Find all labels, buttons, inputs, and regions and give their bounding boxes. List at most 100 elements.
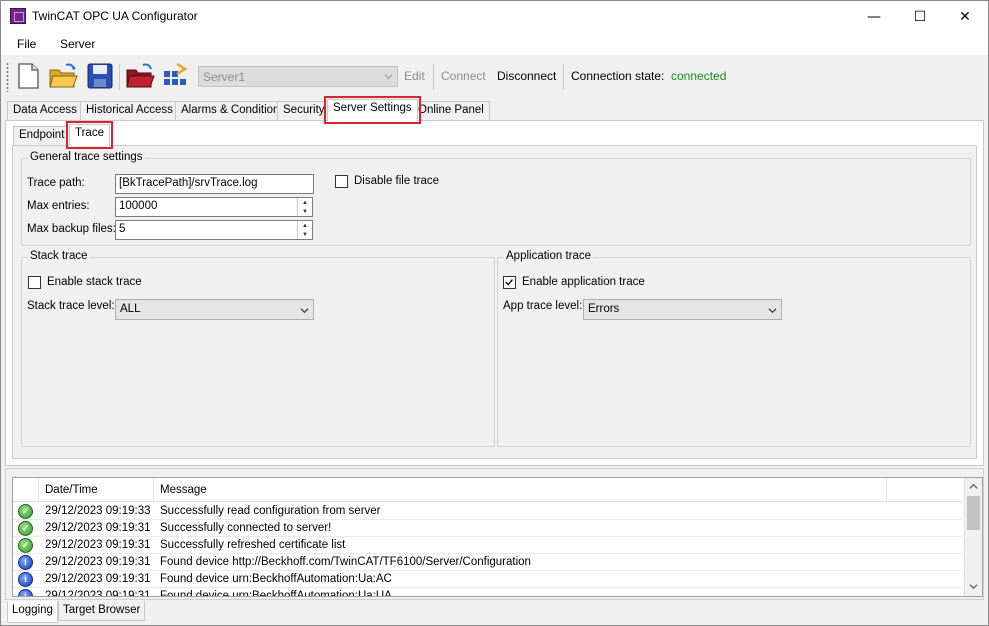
tab-online-panel[interactable]: Online Panel — [412, 101, 490, 120]
log-row[interactable]: ✓ 29/12/2023 09:19:31 Successfully refresh… — [13, 537, 962, 554]
tab-server-settings[interactable]: Server Settings — [324, 96, 421, 124]
log-grid[interactable]: Date/Time Message ✓ 29/12/2023 09:19:33 Su… — [12, 477, 983, 597]
log-header-datetime[interactable]: Date/Time — [39, 478, 154, 502]
title-bar: TwinCAT OPC UA Configurator — ☐ ✕ — [1, 1, 988, 32]
toolbar — [1, 56, 988, 98]
new-document-icon[interactable] — [13, 61, 43, 91]
success-check-icon: ✓ — [18, 504, 33, 519]
scroll-thumb[interactable] — [967, 496, 980, 530]
scroll-up-icon[interactable] — [969, 482, 978, 491]
log-message: Found device urn:BeckhoffAutomation:Ua:A… — [160, 573, 392, 585]
info-icon: i — [18, 589, 33, 596]
menu-file[interactable]: File — [17, 37, 36, 51]
log-header: Date/Time Message — [13, 478, 962, 502]
toolbar-grip[interactable] — [6, 62, 9, 92]
edit-button: Edit — [404, 69, 425, 83]
tab-historical-access[interactable]: Historical Access — [80, 101, 179, 120]
max-entries-spinner[interactable]: ▲ ▼ — [297, 198, 312, 216]
stack-trace-level-select[interactable]: ALL — [115, 299, 314, 320]
open-folder-icon[interactable] — [48, 61, 78, 91]
connection-state-label: Connection state: — [571, 69, 665, 83]
max-backup-value: 5 — [119, 223, 126, 235]
spin-up-icon[interactable]: ▲ — [298, 221, 312, 230]
app-trace-level-label: App trace level: — [503, 300, 583, 312]
tab-alarms-conditions[interactable]: Alarms & Conditions — [175, 101, 292, 120]
stack-trace-group: Stack trace Enable stack trace Stack tra… — [21, 250, 495, 447]
menu-server[interactable]: Server — [60, 37, 95, 51]
log-row[interactable]: i 29/12/2023 09:19:31 Found device http://… — [13, 554, 962, 571]
log-scrollbar[interactable] — [964, 478, 982, 596]
max-backup-input[interactable]: 5 ▲ ▼ — [115, 220, 313, 240]
spin-down-icon[interactable]: ▼ — [298, 207, 312, 216]
log-datetime: 29/12/2023 09:19:31 — [45, 573, 151, 585]
enable-application-trace-checkbox[interactable] — [503, 276, 516, 289]
checkmark-icon — [505, 279, 513, 286]
stack-trace-title: Stack trace — [28, 250, 90, 262]
tab-security[interactable]: Security — [277, 101, 331, 120]
disconnect-button[interactable]: Disconnect — [497, 69, 556, 83]
tab-target-browser[interactable]: Target Browser — [58, 601, 146, 621]
maximize-button[interactable]: ☐ — [897, 1, 943, 32]
log-message: Successfully connected to server! — [160, 522, 332, 534]
log-datetime: 29/12/2023 09:19:31 — [45, 522, 151, 534]
max-entries-label: Max entries: — [27, 200, 90, 212]
log-header-icon-col — [13, 478, 39, 502]
close-button[interactable]: ✕ — [942, 1, 988, 32]
tab-endpoint[interactable]: Endpoint — [13, 126, 71, 145]
max-backup-label: Max backup files: — [27, 223, 116, 235]
max-backup-spinner[interactable]: ▲ ▼ — [297, 221, 312, 239]
connection-state-value: connected — [671, 69, 727, 83]
chevron-down-icon — [300, 308, 309, 314]
tab-logging[interactable]: Logging — [7, 601, 58, 623]
app-window: TwinCAT OPC UA Configurator — ☐ ✕ File S… — [0, 0, 989, 626]
stack-trace-level-label: Stack trace level: — [27, 300, 115, 312]
network-import-icon[interactable] — [161, 61, 191, 91]
trace-path-input[interactable]: [BkTracePath]/srvTrace.log — [115, 174, 314, 194]
general-trace-title: General trace settings — [28, 151, 145, 163]
scroll-down-icon[interactable] — [969, 582, 978, 591]
log-row[interactable]: ✓ 29/12/2023 09:19:31 Successfully connect… — [13, 520, 962, 537]
tab-trace[interactable]: Trace — [66, 121, 113, 149]
main-tab-strip: Data Access Historical Access Alarms & C… — [7, 96, 982, 124]
application-trace-title: Application trace — [504, 250, 594, 262]
server-select-value: Server1 — [203, 70, 246, 84]
app-trace-level-value: Errors — [588, 303, 620, 315]
log-row[interactable]: i 29/12/2023 09:19:31 Found device urn:Bec… — [13, 588, 962, 597]
chevron-down-icon — [768, 308, 777, 314]
server-select: Server1 — [198, 66, 398, 87]
disable-file-trace-checkbox[interactable] — [335, 175, 348, 188]
save-disk-icon[interactable] — [85, 61, 115, 91]
connect-button: Connect — [441, 69, 486, 83]
log-datetime: 29/12/2023 09:19:31 — [45, 590, 151, 597]
app-trace-level-select[interactable]: Errors — [583, 299, 782, 320]
log-datetime: 29/12/2023 09:19:33 — [45, 505, 151, 517]
log-datetime: 29/12/2023 09:19:31 — [45, 539, 151, 551]
app-logo-icon — [10, 8, 26, 24]
general-trace-group: General trace settings Trace path: [BkTr… — [21, 151, 971, 246]
stack-trace-level-value: ALL — [120, 303, 141, 315]
info-icon: i — [18, 572, 33, 587]
bottom-tab-strip: Logging Target Browser — [5, 601, 984, 623]
spin-up-icon[interactable]: ▲ — [298, 198, 312, 207]
trace-path-label: Trace path: — [27, 177, 85, 189]
server-settings-page: Endpoint Trace General trace settings Tr… — [5, 120, 984, 466]
tab-data-access[interactable]: Data Access — [7, 101, 83, 120]
log-header-message[interactable]: Message — [154, 478, 887, 502]
spin-down-icon[interactable]: ▼ — [298, 230, 312, 239]
log-row[interactable]: i 29/12/2023 09:19:31 Found device urn:Bec… — [13, 571, 962, 588]
minimize-button[interactable]: — — [851, 1, 897, 32]
sub-tab-strip: Endpoint Trace — [13, 121, 973, 149]
log-message: Successfully read configuration from ser… — [160, 505, 381, 517]
log-message: Successfully refreshed certificate list — [160, 539, 346, 551]
log-datetime: 29/12/2023 09:19:31 — [45, 556, 151, 568]
log-row[interactable]: ✓ 29/12/2023 09:19:33 Successfully read co… — [13, 503, 962, 520]
trace-page: General trace settings Trace path: [BkTr… — [12, 145, 977, 459]
max-entries-input[interactable]: 100000 ▲ ▼ — [115, 197, 313, 217]
success-check-icon: ✓ — [18, 538, 33, 553]
max-entries-value: 100000 — [119, 200, 158, 212]
logging-panel: Date/Time Message ✓ 29/12/2023 09:19:33 Su… — [5, 468, 984, 600]
enable-stack-trace-checkbox[interactable] — [28, 276, 41, 289]
open-red-folder-icon[interactable] — [125, 61, 155, 91]
enable-application-trace-label: Enable application trace — [522, 276, 645, 288]
log-message: Found device urn:BeckhoffAutomation:Ua:U… — [160, 590, 392, 597]
